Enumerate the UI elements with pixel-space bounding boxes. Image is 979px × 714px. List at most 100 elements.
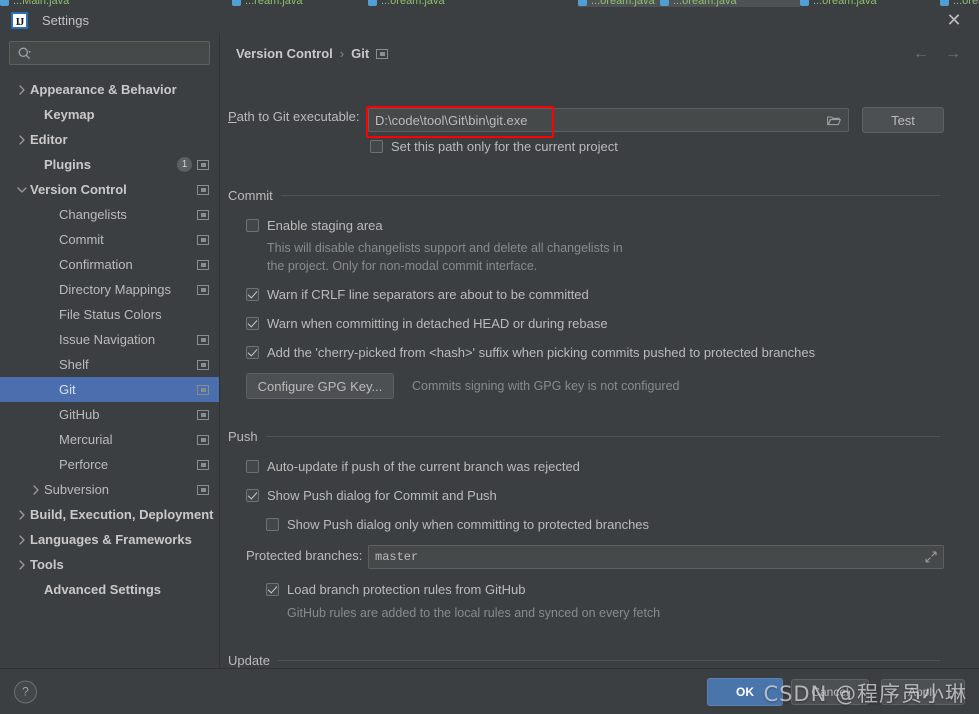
test-button[interactable]: Test — [862, 107, 944, 133]
intellij-logo-text: IJ — [15, 15, 25, 28]
sidebar-item-build-execution-deployment[interactable]: Build, Execution, Deployment — [0, 502, 219, 527]
search-box[interactable] — [9, 41, 210, 65]
sidebar-item-advanced-settings[interactable]: Advanced Settings — [0, 577, 219, 602]
sidebar-item-languages-frameworks[interactable]: Languages & Frameworks — [0, 527, 219, 552]
sidebar-item-commit[interactable]: Commit — [0, 227, 219, 252]
sidebar-item-mercurial[interactable]: Mercurial — [0, 427, 219, 452]
set-path-only-project-row[interactable]: Set this path only for the current proje… — [370, 139, 618, 154]
git-path-label: Path to Git executable: — [228, 109, 360, 124]
sidebar-item-perforce[interactable]: Perforce — [0, 452, 219, 477]
chevron-right-icon[interactable] — [28, 484, 44, 495]
sidebar-item-file-status-colors[interactable]: File Status Colors — [0, 302, 219, 327]
chevron-right-icon[interactable] — [14, 559, 30, 570]
sidebar-item-keymap[interactable]: Keymap — [0, 102, 219, 127]
enable-staging-hint-line1: This will disable changelists support an… — [267, 241, 623, 255]
git-path-input-filler[interactable] — [668, 108, 819, 132]
sidebar-item-label: Build, Execution, Deployment — [30, 507, 214, 522]
forward-arrow-icon[interactable]: → — [945, 45, 961, 63]
project-scope-icon — [197, 284, 209, 295]
java-file-icon — [660, 0, 669, 6]
chevron-down-icon[interactable] — [14, 186, 30, 194]
chevron-right-icon[interactable] — [14, 509, 30, 520]
back-arrow-icon[interactable]: ← — [913, 45, 929, 63]
project-scope-icon — [197, 359, 209, 370]
chevron-right-icon[interactable] — [14, 84, 30, 95]
cherry-pick-suffix-checkbox[interactable] — [246, 346, 259, 359]
warn-crlf-checkbox[interactable] — [246, 288, 259, 301]
enable-staging-row[interactable]: Enable staging area — [246, 218, 383, 233]
project-scope-icon — [197, 259, 209, 270]
git-path-input[interactable]: D:\code\tool\Git\bin\git.exe — [368, 108, 668, 132]
browse-folder-button[interactable] — [819, 108, 849, 132]
chevron-right-icon[interactable] — [14, 134, 30, 145]
sidebar-item-plugins[interactable]: Plugins 1 — [0, 152, 219, 177]
editor-tab-label: ...Main.java — [13, 0, 70, 7]
project-scope-icon — [197, 459, 209, 470]
editor-tab[interactable]: ...oream.java — [940, 0, 979, 7]
sidebar-item-label: Mercurial — [59, 432, 113, 447]
show-push-dialog-row[interactable]: Show Push dialog for Commit and Push — [246, 488, 497, 503]
project-scope-icon — [197, 234, 209, 245]
sidebar-item-label: Changelists — [59, 207, 127, 222]
warn-detached-head-checkbox[interactable] — [246, 317, 259, 330]
sidebar-item-subversion[interactable]: Subversion — [0, 477, 219, 502]
auto-update-push-row[interactable]: Auto-update if push of the current branc… — [246, 459, 580, 474]
sidebar-item-label: Languages & Frameworks — [30, 532, 192, 547]
breadcrumb-leaf: Git — [351, 46, 370, 61]
editor-tab[interactable]: ...oream.java — [800, 0, 910, 7]
show-push-dialog-label: Show Push dialog for Commit and Push — [267, 488, 497, 503]
warn-crlf-row[interactable]: Warn if CRLF line separators are about t… — [246, 287, 589, 302]
show-push-protected-label: Show Push dialog only when committing to… — [287, 517, 650, 532]
set-path-only-project-checkbox[interactable] — [370, 140, 383, 153]
editor-tab[interactable]: ...ream.java — [232, 0, 342, 7]
sidebar-item-shelf[interactable]: Shelf — [0, 352, 219, 377]
protected-branches-value: master — [375, 550, 419, 564]
project-scope-icon — [197, 484, 209, 495]
cancel-button[interactable]: Cancel — [791, 678, 869, 705]
sidebar-item-editor[interactable]: Editor — [0, 127, 219, 152]
sidebar-item-label: Keymap — [44, 107, 95, 122]
sidebar-item-version-control[interactable]: Version Control — [0, 177, 219, 202]
search-input[interactable] — [35, 45, 199, 61]
editor-tab[interactable]: ...oream.java — [368, 0, 500, 7]
sidebar-item-label: Plugins — [44, 157, 91, 172]
close-icon[interactable]: ✕ — [943, 9, 965, 31]
commit-section-divider — [280, 195, 940, 196]
protected-branches-label: Protected branches: — [246, 548, 363, 563]
settings-sidebar: Appearance & Behavior Keymap Editor Plugins… — [0, 33, 220, 669]
editor-tab[interactable]: ...oream.java — [660, 0, 770, 7]
sidebar-item-changelists[interactable]: Changelists — [0, 202, 219, 227]
search-wrapper — [0, 33, 219, 69]
chevron-right-icon[interactable] — [14, 534, 30, 545]
show-push-protected-row[interactable]: Show Push dialog only when committing to… — [266, 517, 649, 532]
help-icon[interactable]: ? — [14, 680, 37, 703]
editor-tab[interactable]: ...Main.java — [0, 0, 96, 7]
load-branch-rules-label: Load branch protection rules from GitHub — [287, 582, 526, 597]
sidebar-item-label: Shelf — [59, 357, 89, 372]
enable-staging-checkbox[interactable] — [246, 219, 259, 232]
dialog-title: Settings — [42, 12, 89, 28]
sidebar-item-github[interactable]: GitHub — [0, 402, 219, 427]
sidebar-item-issue-navigation[interactable]: Issue Navigation — [0, 327, 219, 352]
cherry-pick-suffix-row[interactable]: Add the 'cherry-picked from <hash>' suff… — [246, 345, 815, 360]
show-push-dialog-checkbox[interactable] — [246, 489, 259, 502]
sidebar-item-git[interactable]: Git — [0, 377, 219, 402]
load-branch-rules-row[interactable]: Load branch protection rules from GitHub — [266, 582, 525, 597]
sidebar-item-directory-mappings[interactable]: Directory Mappings — [0, 277, 219, 302]
sidebar-item-tools[interactable]: Tools — [0, 552, 219, 577]
git-path-row: Path to Git executable: — [228, 109, 360, 124]
auto-update-push-checkbox[interactable] — [246, 460, 259, 473]
breadcrumb-root[interactable]: Version Control — [236, 46, 333, 61]
sidebar-item-confirmation[interactable]: Confirmation — [0, 252, 219, 277]
apply-button[interactable]: Apply — [881, 678, 965, 705]
show-push-protected-checkbox[interactable] — [266, 518, 279, 531]
protected-branches-input[interactable]: master — [368, 545, 944, 569]
load-branch-rules-checkbox[interactable] — [266, 583, 279, 596]
sidebar-item-label: Perforce — [59, 457, 109, 472]
project-scope-icon — [197, 409, 209, 420]
sidebar-item-appearance-behavior[interactable]: Appearance & Behavior — [0, 77, 219, 102]
warn-detached-head-row[interactable]: Warn when committing in detached HEAD or… — [246, 316, 608, 331]
configure-gpg-key-button[interactable]: Configure GPG Key... — [246, 373, 394, 399]
push-section-title: Push — [228, 429, 258, 444]
ok-button[interactable]: OK — [707, 677, 783, 706]
